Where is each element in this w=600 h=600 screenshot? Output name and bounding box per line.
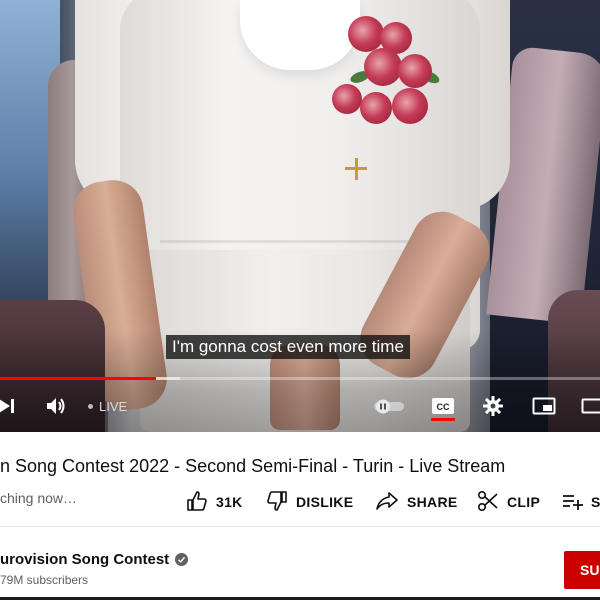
share-button[interactable]: SHARE bbox=[375, 490, 458, 514]
gold-brooch bbox=[345, 158, 367, 180]
subscribe-button[interactable]: SU bbox=[564, 551, 600, 589]
save-button[interactable]: S bbox=[561, 490, 600, 514]
verified-badge-icon bbox=[175, 553, 189, 566]
subscriber-count: 79M subscribers bbox=[0, 573, 89, 587]
section-divider bbox=[0, 526, 600, 527]
clip-button[interactable]: CLIP bbox=[477, 490, 540, 514]
subtitle-caption: I'm gonna cost even more time bbox=[166, 335, 410, 359]
video-title: n Song Contest 2022 - Second Semi-Final … bbox=[0, 456, 506, 476]
like-button[interactable]: 31K bbox=[186, 490, 243, 514]
captions-icon[interactable]: CC bbox=[431, 392, 455, 420]
dislike-button[interactable]: DISLIKE bbox=[266, 490, 353, 514]
svg-text:CC: CC bbox=[437, 402, 450, 412]
channel-name-text: urovision Song Contest bbox=[0, 551, 170, 568]
add-to-playlist-icon bbox=[561, 490, 583, 515]
progress-bar[interactable] bbox=[0, 377, 600, 380]
like-count: 31K bbox=[216, 494, 243, 510]
volume-icon[interactable] bbox=[44, 392, 68, 420]
live-indicator[interactable]: LIVE bbox=[88, 392, 127, 420]
progress-played bbox=[0, 377, 156, 380]
thumbs-up-icon bbox=[186, 490, 208, 515]
watching-now-count: ching now… bbox=[0, 490, 78, 506]
dislike-label: DISLIKE bbox=[296, 494, 354, 510]
red-flower-corsage bbox=[328, 14, 448, 134]
captions-active-indicator bbox=[431, 418, 455, 421]
live-label: LIVE bbox=[99, 398, 128, 414]
theater-mode-icon[interactable] bbox=[580, 392, 600, 420]
video-player[interactable]: I'm gonna cost even more time LIVE CC bbox=[0, 0, 600, 432]
miniplayer-icon[interactable] bbox=[531, 392, 557, 420]
skip-next-icon[interactable] bbox=[0, 392, 20, 420]
autoplay-toggle-icon[interactable] bbox=[372, 392, 406, 420]
thumbs-down-icon bbox=[266, 490, 288, 515]
dress-waistline bbox=[160, 240, 430, 243]
clip-label: CLIP bbox=[507, 494, 541, 510]
settings-icon[interactable] bbox=[481, 392, 505, 420]
share-label: SHARE bbox=[407, 494, 458, 510]
live-dot bbox=[88, 403, 93, 409]
share-arrow-icon bbox=[375, 490, 399, 515]
scissors-icon bbox=[477, 490, 499, 515]
channel-name[interactable]: urovision Song Contest bbox=[0, 551, 189, 568]
player-controls: LIVE CC bbox=[0, 392, 600, 421]
save-label: S bbox=[591, 494, 600, 510]
subscribe-label: SU bbox=[580, 562, 600, 578]
